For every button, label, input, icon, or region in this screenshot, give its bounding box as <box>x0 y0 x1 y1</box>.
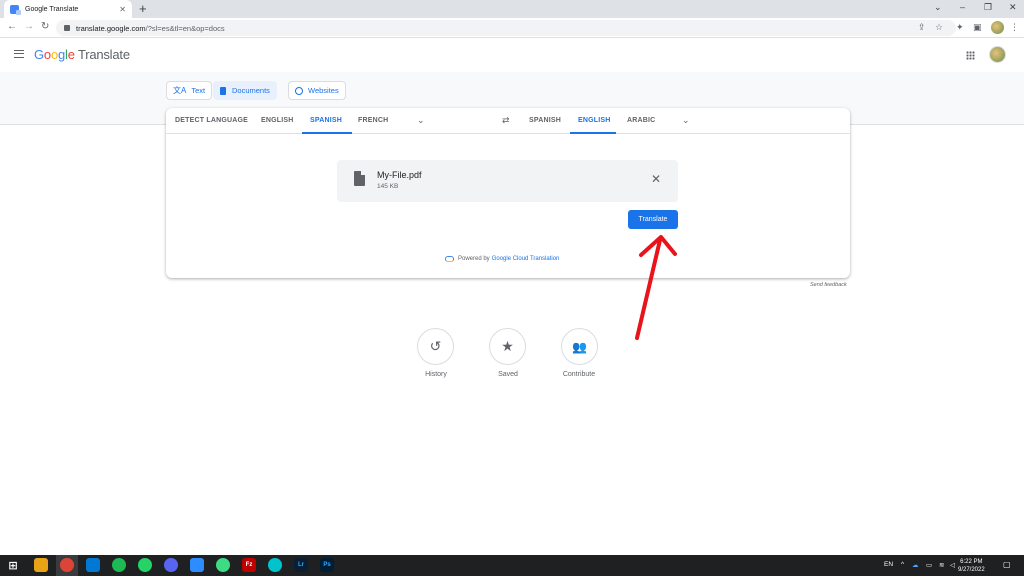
windows-taskbar: ⊞ Fz Lr Ps EN ^ ☁ ▭ ≋ ◁ 6:22 PM 9/27/202… <box>0 555 1024 576</box>
chrome-icon[interactable] <box>60 558 74 572</box>
app-icon[interactable] <box>86 558 100 572</box>
wifi-icon[interactable]: ≋ <box>939 561 944 569</box>
photoshop-icon[interactable]: Ps <box>320 558 334 572</box>
system-clock[interactable]: 6:22 PM 9/27/2022 <box>958 558 985 574</box>
volume-icon[interactable]: ◁ <box>950 561 955 569</box>
windows-start-icon[interactable]: ⊞ <box>6 558 20 572</box>
app-icon[interactable] <box>216 558 230 572</box>
notifications-icon[interactable]: ▢ <box>1003 560 1011 569</box>
whatsapp-icon[interactable] <box>138 558 152 572</box>
clock-date: 9/27/2022 <box>958 567 985 573</box>
annotation-arrow <box>635 235 677 340</box>
spotify-icon[interactable] <box>112 558 126 572</box>
discord-icon[interactable] <box>164 558 178 572</box>
clock-time: 6:22 PM <box>960 559 983 565</box>
file-explorer-icon[interactable] <box>34 558 48 572</box>
input-language[interactable]: EN <box>884 561 893 568</box>
filezilla-icon[interactable]: Fz <box>242 558 256 572</box>
onedrive-icon[interactable]: ☁ <box>912 561 919 569</box>
battery-icon[interactable]: ▭ <box>926 561 932 569</box>
lightroom-icon[interactable]: Lr <box>294 558 308 572</box>
tray-overflow-icon[interactable]: ^ <box>901 561 904 568</box>
canva-icon[interactable] <box>268 558 282 572</box>
zoom-icon[interactable] <box>190 558 204 572</box>
